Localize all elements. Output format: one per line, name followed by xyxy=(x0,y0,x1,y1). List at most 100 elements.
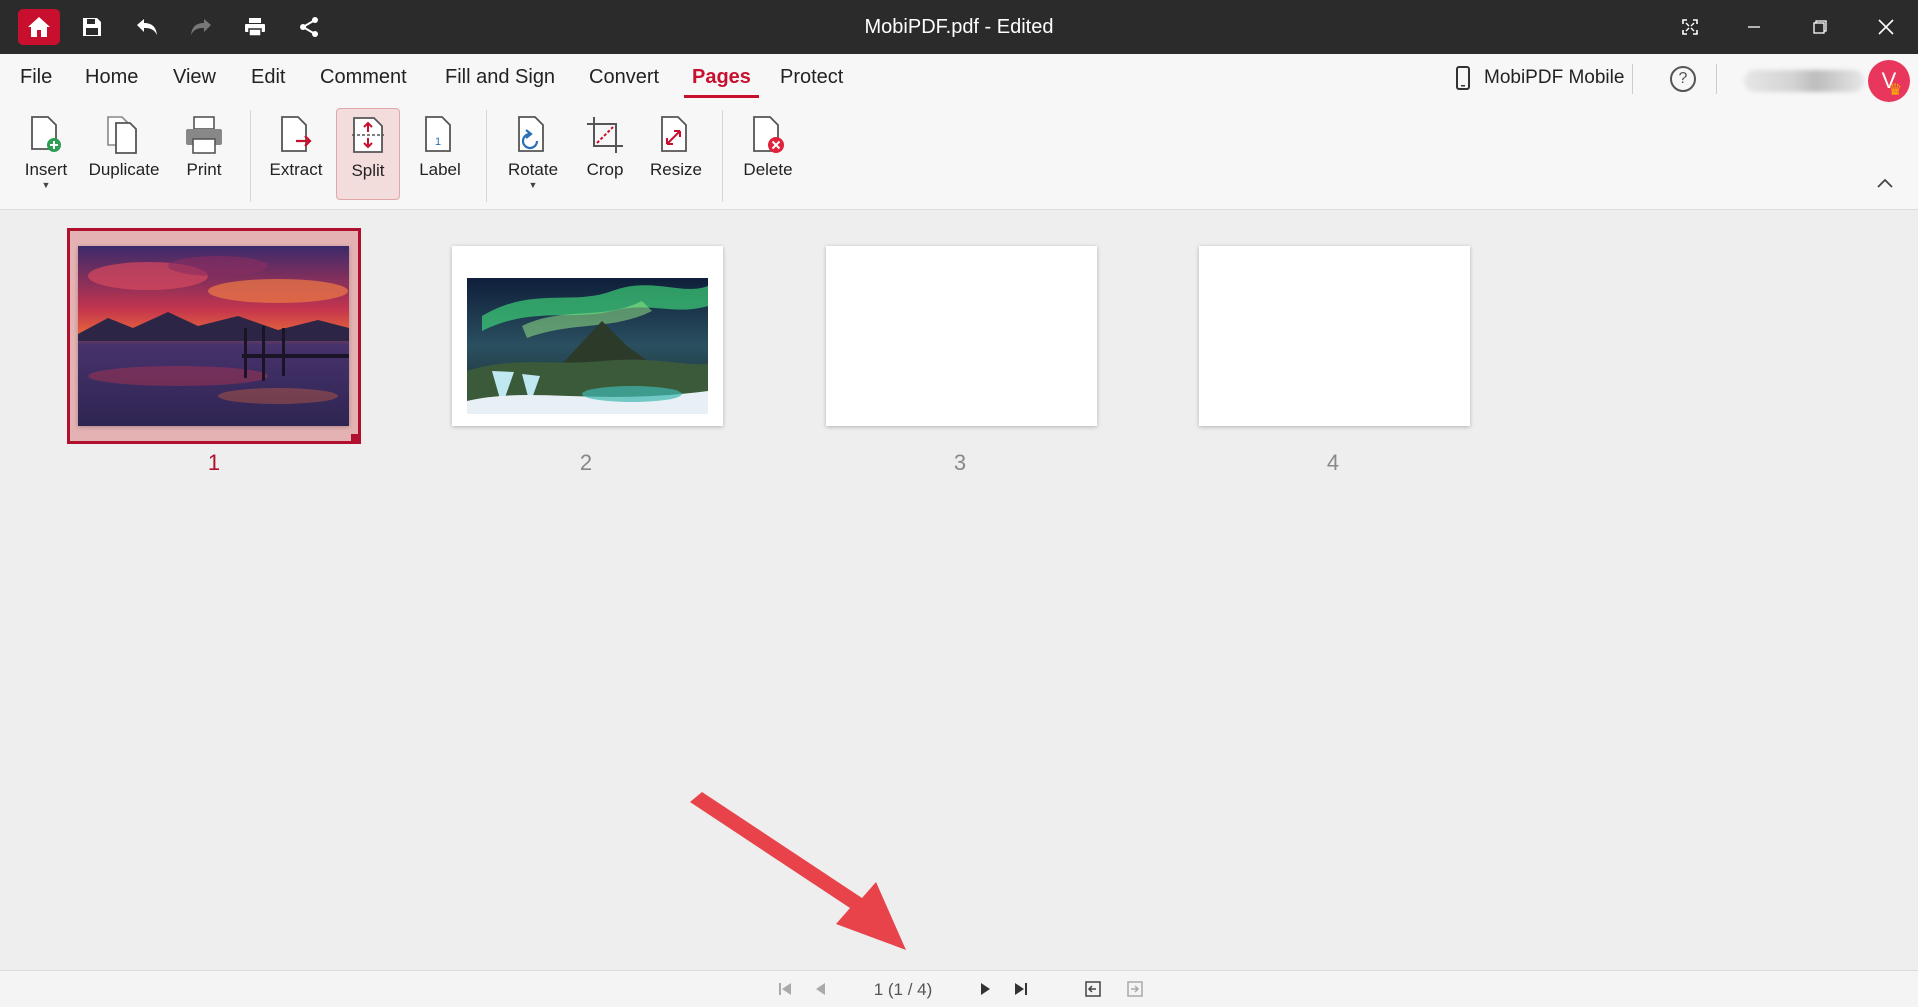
previous-view-button[interactable] xyxy=(1082,978,1104,1000)
label-label: Label xyxy=(419,160,461,179)
next-view-button[interactable] xyxy=(1124,978,1146,1000)
undo-icon xyxy=(137,19,157,35)
extract-page-icon xyxy=(274,112,318,158)
insert-button[interactable]: Insert ▼ xyxy=(16,108,76,200)
split-page-icon xyxy=(346,113,390,159)
printer-icon xyxy=(182,112,226,158)
save-button[interactable] xyxy=(78,0,106,54)
first-page-button[interactable] xyxy=(774,978,796,1000)
save-icon xyxy=(83,18,101,36)
duplicate-button[interactable]: Duplicate xyxy=(86,108,162,200)
home-button[interactable] xyxy=(18,9,60,45)
page-thumbnail-4[interactable] xyxy=(1199,246,1470,426)
fullscreen-icon xyxy=(1682,19,1698,35)
menu-file[interactable]: File xyxy=(20,54,52,102)
chevron-down-icon: ▼ xyxy=(528,180,538,190)
chevron-down-icon: ▼ xyxy=(41,180,51,190)
divider xyxy=(1632,64,1633,94)
delete-label: Delete xyxy=(743,160,793,179)
last-page-icon xyxy=(1015,983,1027,995)
split-button[interactable]: Split xyxy=(336,108,400,200)
print-button[interactable] xyxy=(240,0,270,54)
redo-icon xyxy=(191,19,211,35)
page-thumbnail-2[interactable] xyxy=(452,246,723,426)
fullscreen-button[interactable] xyxy=(1676,0,1704,54)
duplicate-label: Duplicate xyxy=(88,160,160,179)
phone-icon xyxy=(1456,66,1470,90)
menu-comment[interactable]: Comment xyxy=(320,54,407,102)
redo-button[interactable] xyxy=(186,0,216,54)
sunset-lake-image xyxy=(78,246,349,426)
menu-convert[interactable]: Convert xyxy=(589,54,659,102)
share-button[interactable] xyxy=(294,0,324,54)
insert-label: Insert xyxy=(24,160,68,179)
print-pages-button[interactable]: Print xyxy=(174,108,234,200)
extract-label: Extract xyxy=(269,160,323,179)
undo-button[interactable] xyxy=(132,0,162,54)
menu-view[interactable]: View xyxy=(173,54,216,102)
resize-page-icon xyxy=(654,112,698,158)
divider xyxy=(1716,64,1717,94)
resize-label: Resize xyxy=(650,160,702,179)
chevron-up-icon xyxy=(1877,178,1893,188)
next-page-icon xyxy=(981,983,990,995)
resize-button[interactable]: Resize xyxy=(644,108,708,200)
printer-icon xyxy=(245,18,265,37)
title-bar: MobiPDF.pdf - Edited xyxy=(0,0,1918,54)
share-icon xyxy=(300,17,318,37)
crop-label: Crop xyxy=(586,160,624,179)
page-number-2: 2 xyxy=(579,450,593,475)
insert-page-icon xyxy=(24,112,68,158)
help-button[interactable]: ? xyxy=(1670,66,1696,92)
page-indicator[interactable]: 1 (1 / 4) xyxy=(860,978,946,1002)
page-label-number: 1 xyxy=(435,136,441,148)
mobile-app-label: MobiPDF Mobile xyxy=(1484,67,1625,88)
page-number-1: 1 xyxy=(207,450,221,475)
duplicate-page-icon xyxy=(102,112,146,158)
page-number-3: 3 xyxy=(953,450,967,475)
menu-bar: File Home View Edit Comment Fill and Sig… xyxy=(0,54,1918,102)
forward-view-icon xyxy=(1127,981,1143,997)
previous-page-button[interactable] xyxy=(810,978,832,1000)
label-button[interactable]: 1 Label xyxy=(410,108,470,200)
rotate-label: Rotate xyxy=(507,160,559,179)
status-bar xyxy=(0,970,1918,1007)
crop-icon xyxy=(583,112,627,158)
restore-icon xyxy=(1813,20,1827,34)
extract-button[interactable]: Extract xyxy=(264,108,328,200)
menu-pages[interactable]: Pages xyxy=(684,54,759,102)
next-page-button[interactable] xyxy=(974,978,996,1000)
close-icon xyxy=(1878,19,1894,35)
rotate-button[interactable]: Rotate ▼ xyxy=(500,108,566,200)
page-number-4: 4 xyxy=(1326,450,1340,475)
delete-button[interactable]: Delete xyxy=(736,108,800,200)
print-label: Print xyxy=(186,160,222,179)
menu-fill-and-sign[interactable]: Fill and Sign xyxy=(445,54,555,102)
rotate-page-icon xyxy=(511,112,555,158)
crop-button[interactable]: Crop xyxy=(576,108,634,200)
page-thumbnail-1[interactable] xyxy=(78,246,349,426)
menu-edit[interactable]: Edit xyxy=(251,54,285,102)
crown-icon: ♛ xyxy=(1888,82,1903,99)
split-label: Split xyxy=(351,161,385,180)
minimize-icon xyxy=(1748,26,1760,28)
back-view-icon xyxy=(1085,981,1101,997)
restore-button[interactable] xyxy=(1806,0,1834,54)
collapse-ribbon-button[interactable] xyxy=(1876,176,1904,196)
page-label-icon: 1 xyxy=(418,112,462,158)
previous-page-icon xyxy=(816,983,825,995)
last-page-button[interactable] xyxy=(1010,978,1032,1000)
divider xyxy=(250,110,251,202)
annotation-arrow xyxy=(690,792,906,950)
menu-home[interactable]: Home xyxy=(85,54,138,102)
home-icon xyxy=(28,17,50,37)
minimize-button[interactable] xyxy=(1740,0,1768,54)
account-name-blurred xyxy=(1744,70,1864,92)
mobile-app-link[interactable]: MobiPDF Mobile xyxy=(1456,54,1624,102)
first-page-icon xyxy=(779,983,791,995)
close-button[interactable] xyxy=(1872,0,1900,54)
resize-handle[interactable] xyxy=(351,434,361,444)
page-thumbnail-3[interactable] xyxy=(826,246,1097,426)
menu-protect[interactable]: Protect xyxy=(780,54,843,102)
aurora-waterfall-image xyxy=(467,278,708,414)
